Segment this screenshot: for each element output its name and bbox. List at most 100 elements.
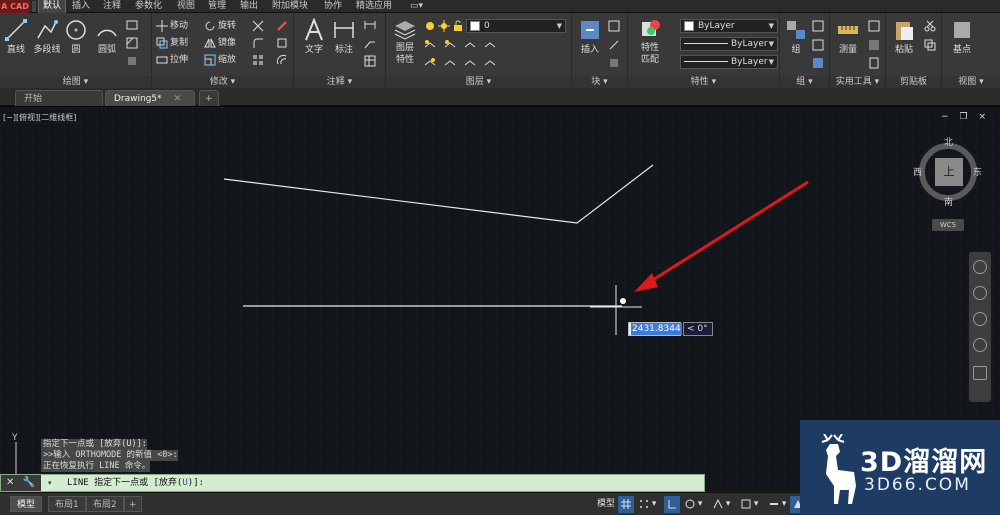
zoom-extents-icon[interactable] xyxy=(973,312,987,326)
arc-button[interactable]: 圆弧 xyxy=(93,18,121,55)
group-edit-icon[interactable] xyxy=(812,39,824,51)
tab-manage[interactable]: 管理 xyxy=(204,0,230,13)
cut-icon[interactable] xyxy=(924,20,936,32)
group-button[interactable]: 组 xyxy=(784,18,808,55)
tab-insert[interactable]: 插入 xyxy=(68,0,94,13)
object-snap-tracking-toggle[interactable]: ▾ xyxy=(738,496,761,513)
polar-toggle[interactable]: ▾ xyxy=(682,496,705,513)
explode-icon[interactable] xyxy=(276,37,288,49)
dynamic-input-angle[interactable]: < 0° xyxy=(683,322,713,336)
tab-model[interactable]: 模型 xyxy=(10,496,43,512)
tab-output[interactable]: 输出 xyxy=(236,0,262,13)
compass-east[interactable]: 东 xyxy=(973,165,982,178)
tab-layout2[interactable]: 布局2 xyxy=(86,496,124,512)
group-select-icon[interactable] xyxy=(812,57,824,69)
copy-clip-icon[interactable] xyxy=(924,39,936,51)
table-icon[interactable] xyxy=(364,55,376,67)
tab-parametric[interactable]: 参数化 xyxy=(131,0,166,13)
annotation-panel-title[interactable]: 注释 ▾ xyxy=(294,76,385,88)
rotate-button[interactable]: 旋转 xyxy=(204,18,236,34)
measure-button[interactable]: 测量 xyxy=(834,18,862,55)
paste-button[interactable]: 粘贴 xyxy=(890,18,918,55)
scale-button[interactable]: 缩放 xyxy=(204,52,236,68)
ortho-toggle[interactable] xyxy=(664,496,680,513)
compass-south[interactable]: 南 xyxy=(944,195,953,208)
line-button[interactable]: 直线 xyxy=(3,18,29,55)
dimension-button[interactable]: 标注 xyxy=(330,18,358,55)
model-space-toggle[interactable]: 模型 xyxy=(594,496,618,513)
hatch-icon[interactable] xyxy=(126,37,138,49)
layer-tool-4-icon[interactable] xyxy=(484,39,496,51)
layer-dropdown[interactable]: 0 ▼ xyxy=(466,19,566,33)
customize-wrench-icon[interactable]: 🔧 xyxy=(23,477,35,488)
showmotion-icon[interactable] xyxy=(973,366,987,380)
array-icon[interactable] xyxy=(252,54,264,66)
polyline-button[interactable]: 多段线 xyxy=(31,18,63,55)
tab-annotate[interactable]: 注释 xyxy=(99,0,125,13)
leader-icon[interactable] xyxy=(364,37,376,49)
tab-addins[interactable]: 附加模块 xyxy=(268,0,312,13)
offset-icon[interactable] xyxy=(276,54,288,66)
tab-collaborate[interactable]: 协作 xyxy=(320,0,346,13)
select-all-icon[interactable] xyxy=(868,20,880,32)
lineweight-dropdown[interactable]: ByLayer ▼ xyxy=(680,55,778,69)
calculator-icon[interactable] xyxy=(868,57,880,69)
circle-button[interactable]: 圆 xyxy=(63,18,89,55)
utilities-panel-title[interactable]: 实用工具 ▾ xyxy=(830,76,885,88)
layer-tool-1-icon[interactable] xyxy=(424,39,436,51)
compass-west[interactable]: 西 xyxy=(913,165,922,178)
command-line[interactable]: ✕ 🔧 ▾ LINE 指定下一点或 [放弃(U)]: xyxy=(0,474,705,492)
application-menu-button[interactable]: A CAD xyxy=(0,0,30,13)
text-button[interactable]: 文字 xyxy=(300,18,328,55)
compass-north[interactable]: 北 xyxy=(944,135,953,148)
tab-home[interactable]: 默认 xyxy=(38,0,67,13)
layer-tool-6-icon[interactable] xyxy=(444,57,456,69)
base-point-button[interactable]: 基点 xyxy=(948,18,976,55)
properties-panel-title[interactable]: 特性 ▾ xyxy=(628,76,779,88)
layer-properties-button[interactable]: 图层 特性 xyxy=(390,18,420,66)
tab-layout1[interactable]: 布局1 xyxy=(48,496,86,512)
groups-panel-title[interactable]: 组 ▾ xyxy=(780,76,829,88)
new-tab-button[interactable]: + xyxy=(199,90,219,106)
match-properties-button[interactable]: 特性 匹配 xyxy=(632,18,668,66)
edit-block-icon[interactable] xyxy=(608,39,620,51)
isodraft-toggle[interactable]: ▾ xyxy=(710,496,733,513)
layer-tool-8-icon[interactable] xyxy=(484,57,496,69)
grid-toggle[interactable] xyxy=(618,496,634,513)
stretch-button[interactable]: 拉伸 xyxy=(156,52,188,68)
layer-lock-icon[interactable] xyxy=(452,20,464,32)
lineweight-toggle[interactable]: ▾ xyxy=(766,496,789,513)
ribbon-options-icon[interactable]: ▭▾ xyxy=(406,0,427,13)
insert-block-button[interactable]: 插入 xyxy=(576,18,604,55)
layer-freeze-icon[interactable] xyxy=(438,20,450,32)
erase-icon[interactable] xyxy=(276,20,288,32)
pan-icon[interactable] xyxy=(973,286,987,300)
copy-button[interactable]: 复制 xyxy=(156,35,188,51)
viewcube[interactable]: 上 北 南 东 西 WCS xyxy=(911,135,987,235)
command-prompt[interactable]: LINE 指定下一点或 [放弃(U)]: xyxy=(67,475,204,491)
recent-commands-arrow-icon[interactable]: ▾ xyxy=(48,475,52,491)
layer-tool-7-icon[interactable] xyxy=(464,57,476,69)
layers-panel-title[interactable]: 图层 ▾ xyxy=(386,76,571,88)
tab-start[interactable]: 开始 xyxy=(15,90,103,106)
tab-drawing5[interactable]: Drawing5* ✕ xyxy=(105,90,195,106)
trim-icon[interactable] xyxy=(252,20,264,32)
layer-tool-5-icon[interactable] xyxy=(424,57,436,69)
block-panel-title[interactable]: 块 ▾ xyxy=(572,76,627,88)
wcs-menu-button[interactable]: WCS xyxy=(932,219,964,231)
attribute-icon[interactable] xyxy=(608,57,620,69)
modify-panel-title[interactable]: 修改 ▾ xyxy=(152,76,293,88)
rectangle-icon[interactable] xyxy=(126,19,138,31)
orbit-icon[interactable] xyxy=(973,338,987,352)
layer-on-icon[interactable] xyxy=(424,20,436,32)
viewcube-top-face[interactable]: 上 xyxy=(935,158,963,186)
color-dropdown[interactable]: ByLayer ▼ xyxy=(680,19,778,33)
create-block-icon[interactable] xyxy=(608,20,620,32)
close-command-line-icon[interactable]: ✕ xyxy=(6,477,14,488)
tab-view[interactable]: 视图 xyxy=(173,0,199,13)
mirror-button[interactable]: 镜像 xyxy=(204,35,236,51)
add-layout-button[interactable]: + xyxy=(124,496,142,512)
dynamic-input-distance[interactable]: 2431.8344 xyxy=(628,322,682,336)
fillet-icon[interactable] xyxy=(252,37,264,49)
layer-tool-2-icon[interactable] xyxy=(444,39,456,51)
